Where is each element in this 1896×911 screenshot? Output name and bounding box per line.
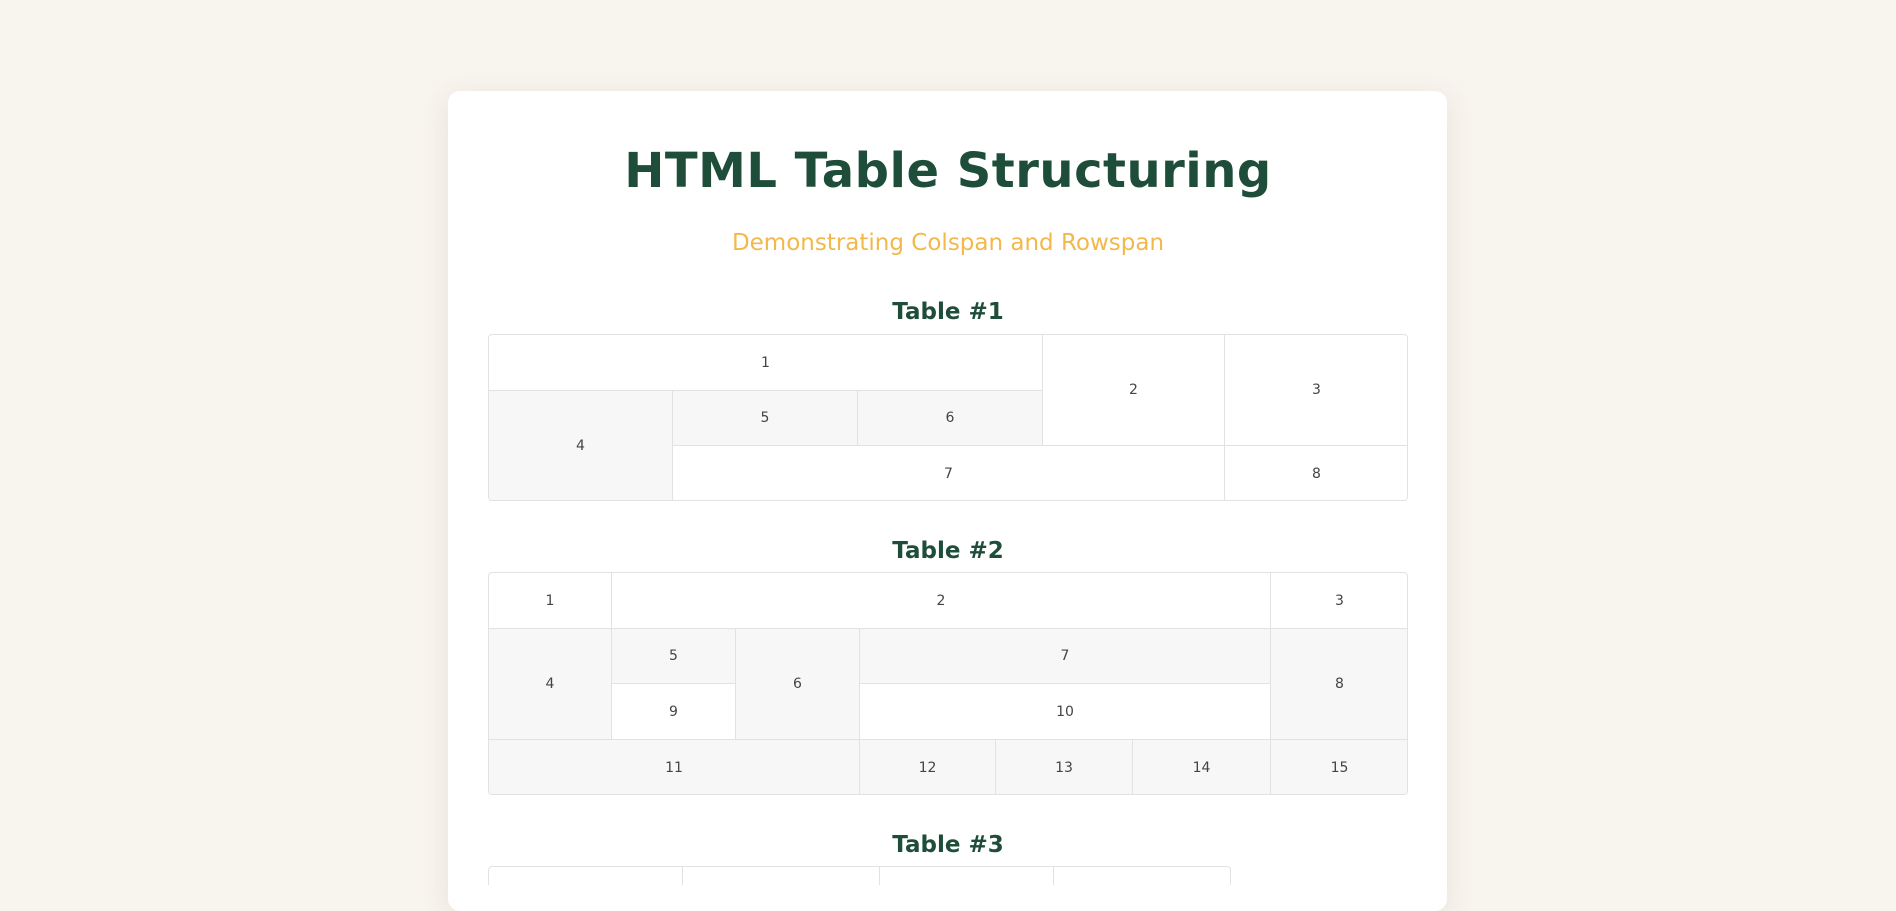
table-2-cell-7: 7 bbox=[860, 629, 1271, 684]
page-title: HTML Table Structuring bbox=[624, 143, 1272, 199]
table-2-cell-13: 13 bbox=[996, 740, 1133, 794]
table-1-cell-7: 7 bbox=[673, 446, 1225, 500]
table-1-cell-1: 1 bbox=[489, 335, 1043, 391]
table-1: 1 2 3 4 5 6 7 8 bbox=[488, 334, 1408, 501]
table-2-cell-5: 5 bbox=[612, 629, 736, 684]
table-3-cell bbox=[1054, 867, 1230, 885]
table-2-cell-3: 3 bbox=[1271, 573, 1407, 629]
table-2-cell-1: 1 bbox=[489, 573, 612, 629]
table-3-cell bbox=[489, 867, 683, 885]
table-2-cell-6: 6 bbox=[736, 629, 860, 740]
table-3-cell bbox=[880, 867, 1054, 885]
table-1-cell-3: 3 bbox=[1225, 335, 1407, 446]
table-2-cell-12: 12 bbox=[860, 740, 996, 794]
table-2-heading: Table #2 bbox=[892, 538, 1004, 564]
table-1-cell-8: 8 bbox=[1225, 446, 1407, 500]
table-2: 1 2 3 4 5 6 7 8 9 10 11 12 13 14 15 bbox=[488, 572, 1408, 795]
table-2-cell-10: 10 bbox=[860, 684, 1271, 740]
table-2-cell-11: 11 bbox=[489, 740, 860, 794]
table-1-cell-2: 2 bbox=[1043, 335, 1225, 446]
table-3-cell bbox=[683, 867, 880, 885]
table-1-cell-4: 4 bbox=[489, 391, 673, 500]
table-2-cell-14: 14 bbox=[1133, 740, 1271, 794]
table-1-cell-6: 6 bbox=[858, 391, 1043, 446]
table-1-cell-5: 5 bbox=[673, 391, 858, 446]
table-2-cell-9: 9 bbox=[612, 684, 736, 740]
table-2-cell-15: 15 bbox=[1271, 740, 1407, 794]
table-2-cell-4: 4 bbox=[489, 629, 612, 740]
table-3-heading: Table #3 bbox=[892, 832, 1004, 858]
page-subtitle: Demonstrating Colspan and Rowspan bbox=[731, 230, 1165, 256]
table-1-heading: Table #1 bbox=[892, 299, 1004, 325]
table-3 bbox=[488, 866, 1231, 885]
table-2-cell-2: 2 bbox=[612, 573, 1271, 629]
table-2-cell-8: 8 bbox=[1271, 629, 1407, 740]
